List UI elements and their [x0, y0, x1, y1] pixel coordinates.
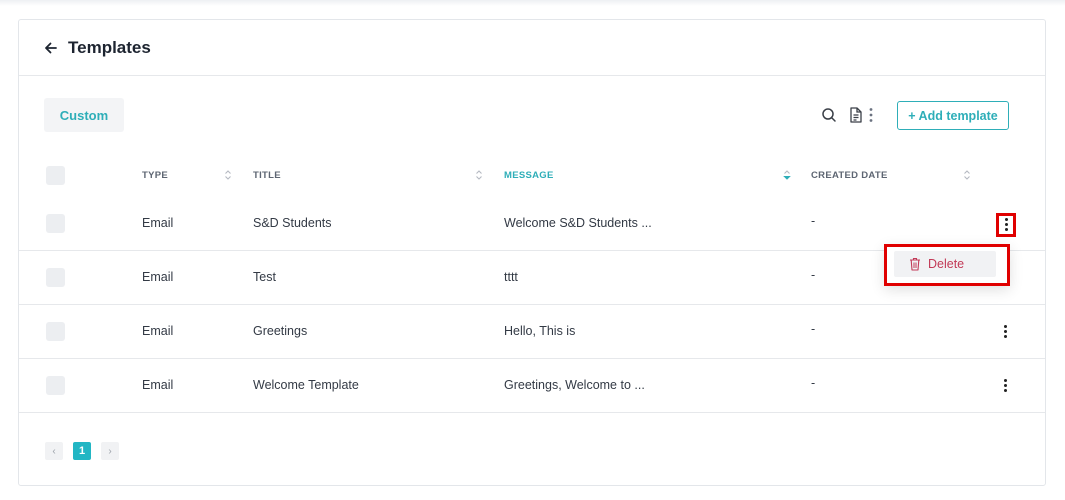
templates-card: Templates Custom + Add template TYPE TIT…: [18, 19, 1046, 486]
title-cell: Greetings: [253, 324, 308, 338]
sort-icon[interactable]: [963, 169, 971, 181]
row-more-icon[interactable]: [1002, 378, 1010, 394]
row-action-menu: Delete: [884, 244, 1010, 286]
delete-menu-item[interactable]: Delete: [894, 251, 996, 277]
type-cell: Email: [142, 378, 174, 392]
column-header-created-date[interactable]: CREATED DATE: [811, 170, 888, 181]
created-date-cell: -: [811, 376, 816, 390]
search-icon[interactable]: [820, 106, 838, 124]
more-vertical-icon[interactable]: [867, 106, 875, 124]
message-cell: tttt: [504, 270, 518, 284]
message-cell: Greetings, Welcome to ...: [504, 378, 645, 392]
sort-icon[interactable]: [475, 169, 483, 181]
prev-page-button[interactable]: ‹: [45, 442, 63, 460]
type-cell: Email: [142, 270, 174, 284]
row-checkbox[interactable]: [46, 214, 65, 233]
trash-icon: [910, 257, 920, 271]
row-more-icon[interactable]: [996, 213, 1016, 237]
title-cell: Welcome Template: [253, 378, 359, 392]
column-header-message[interactable]: MESSAGE: [504, 170, 554, 181]
top-shadow: [0, 0, 1065, 6]
column-header-type[interactable]: TYPE: [142, 170, 168, 181]
table-row[interactable]: Email Welcome Template Greetings, Welcom…: [19, 359, 1045, 413]
back-arrow-icon[interactable]: [43, 37, 59, 59]
row-checkbox[interactable]: [46, 376, 65, 395]
page-1-button[interactable]: 1: [73, 442, 91, 460]
created-date-cell: -: [811, 214, 816, 228]
table-row[interactable]: Email S&D Students Welcome S&D Students …: [19, 197, 1045, 251]
created-date-cell: -: [811, 268, 816, 282]
page-title: Templates: [68, 38, 151, 57]
row-checkbox[interactable]: [46, 268, 65, 287]
add-template-button[interactable]: + Add template: [897, 101, 1009, 130]
row-more-icon[interactable]: [1002, 324, 1010, 340]
page-header: Templates: [19, 20, 1045, 76]
sort-icon[interactable]: [783, 169, 791, 181]
sort-icon[interactable]: [224, 169, 232, 181]
title-cell: Test: [253, 270, 276, 284]
export-icon[interactable]: [847, 106, 865, 124]
delete-label: Delete: [928, 257, 965, 271]
created-date-cell: -: [811, 322, 816, 336]
message-cell: Welcome S&D Students ...: [504, 216, 652, 230]
select-all-checkbox[interactable]: [46, 166, 65, 185]
column-header-title[interactable]: TITLE: [253, 170, 281, 181]
type-cell: Email: [142, 324, 174, 338]
type-cell: Email: [142, 216, 174, 230]
row-checkbox[interactable]: [46, 322, 65, 341]
tab-custom[interactable]: Custom: [44, 98, 124, 132]
title-cell: S&D Students: [253, 216, 332, 230]
next-page-button[interactable]: ›: [101, 442, 119, 460]
message-cell: Hello, This is: [504, 324, 576, 338]
table-row[interactable]: Email Greetings Hello, This is -: [19, 305, 1045, 359]
